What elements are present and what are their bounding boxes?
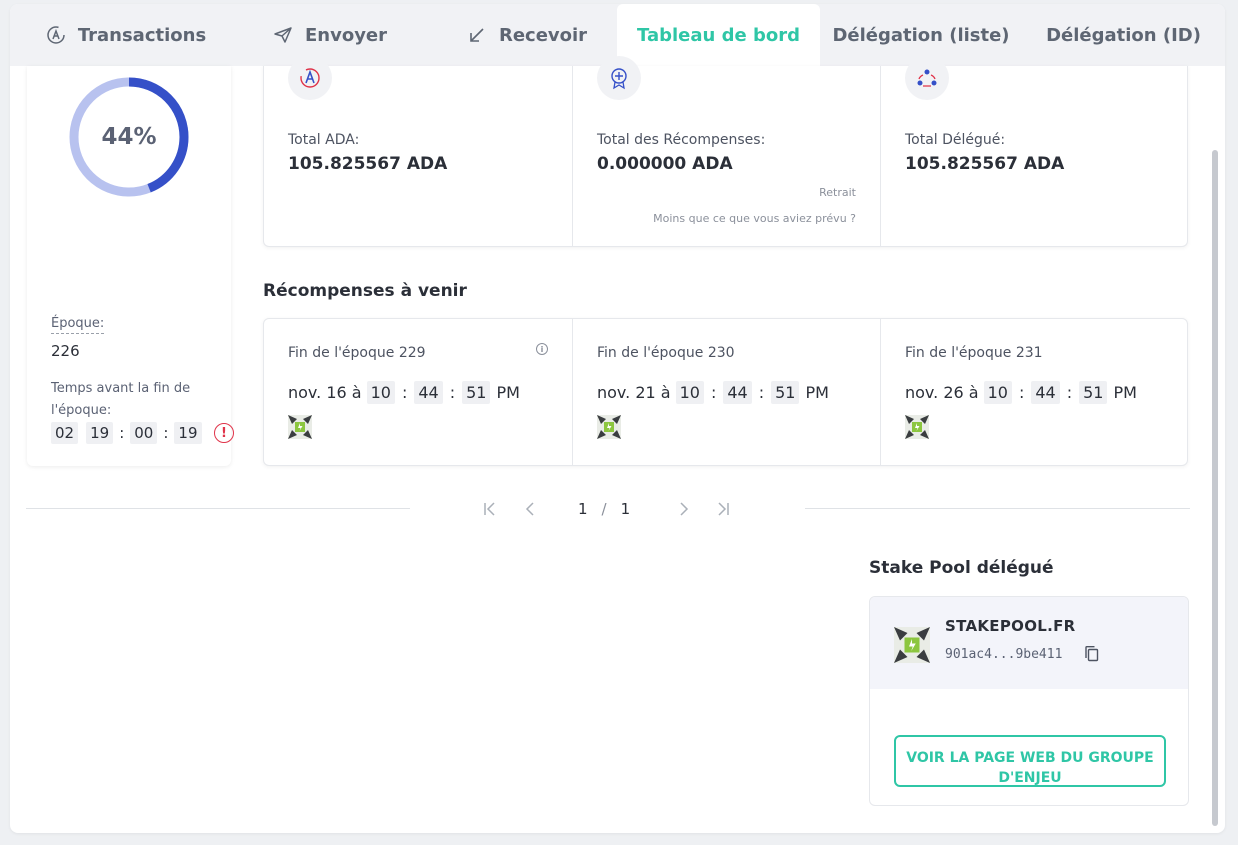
less-than-expected-link[interactable]: Moins que ce que vous aviez prévu ? [653,212,856,225]
current-page: 1 [578,500,588,518]
reward-time-hours: 10 [983,381,1012,404]
reward-time-minutes: 44 [414,381,443,404]
scrollbar-thumb[interactable] [1212,150,1218,826]
copy-icon[interactable] [1084,645,1100,663]
send-icon [273,25,293,45]
epoch-label[interactable]: Époque: [51,316,105,334]
page-separator: / [601,500,607,518]
summary-total-ada: Total ADA: 105.825567 ADA [264,56,572,247]
page-indicator: 1 / 1 [578,498,630,520]
reward-epoch-title: Fin de l'époque 230 [597,345,735,361]
reward-medal-icon [597,56,641,100]
tab-label: Recevoir [498,24,588,46]
epoch-countdown: 02 19 : 00 : 19 [51,422,202,444]
tab-dashboard[interactable]: Tableau de bord [617,4,820,66]
reward-time-suffix: PM [805,383,829,402]
time-separator: : [1018,383,1025,402]
pool-logo-icon[interactable] [288,415,312,439]
countdown-hours: 19 [86,422,114,444]
reward-time-hours: 10 [366,381,395,404]
reward-time-hours: 10 [675,381,704,404]
time-remaining-label: Temps avant la fin de l'époque: [51,381,191,418]
tab-transactions[interactable]: Transactions [10,4,242,66]
summary-total-delegated: Total Délégué: 105.825567 ADA [880,56,1188,247]
reward-epoch-date: nov. 26 à 10 : 44 : 51 PM [905,381,1137,404]
time-separator: : [401,383,408,402]
last-page-icon[interactable] [712,498,734,520]
info-icon[interactable]: i [536,343,548,355]
next-page-icon[interactable] [673,498,695,520]
tab-label: Délégation (liste) [832,24,1010,46]
upcoming-rewards-title: Récompenses à venir [263,281,467,301]
countdown-separator: : [163,424,169,442]
warning-icon[interactable]: ! [214,423,234,443]
tab-send[interactable]: Envoyer [242,4,418,66]
reward-epoch-title: Fin de l'époque 231 [905,345,1043,361]
stake-pool-name: STAKEPOOL.FR [945,617,1076,635]
tab-label: Envoyer [304,24,388,46]
reward-date-prefix: nov. 16 à [288,383,362,402]
tab-label: Transactions [77,24,207,46]
countdown-seconds: 19 [174,422,202,444]
delegation-users-icon [905,56,949,100]
reward-date-prefix: nov. 21 à [597,383,671,402]
withdraw-link[interactable]: Retrait [819,186,856,199]
countdown-minutes: 00 [130,422,158,444]
reward-time-seconds: 51 [771,381,800,404]
total-pages: 1 [620,500,631,518]
receive-arrow-icon [467,25,487,45]
stake-pool-card: STAKEPOOL.FR 901ac4...9be411 VOIR LA PAG… [869,596,1189,806]
time-separator: : [1066,383,1073,402]
pool-logo-icon[interactable] [597,415,621,439]
summary-label: Total Délégué: [905,132,1006,148]
tab-label: Tableau de bord [637,24,800,46]
reward-time-seconds: 51 [462,381,491,404]
reward-epoch-date: nov. 21 à 10 : 44 : 51 PM [597,381,829,404]
pool-logo-icon[interactable] [905,415,929,439]
pagination-divider [26,508,410,509]
epoch-card: 44% Époque: 226 Temps avant la fin de l'… [27,66,234,466]
tab-delegation-id[interactable]: Délégation (ID) [1022,4,1225,66]
upcoming-rewards-card: Fin de l'époque 229 i nov. 16 à 10 : 44 … [263,318,1188,466]
reward-epoch-item: Fin de l'époque 231 nov. 26 à 10 : 44 : … [880,319,1188,465]
reward-time-minutes: 44 [1031,381,1060,404]
time-separator: : [758,383,765,402]
reward-time-suffix: PM [496,383,520,402]
countdown-days: 02 [51,422,79,444]
reward-epoch-date: nov. 16 à 10 : 44 : 51 PM [288,381,520,404]
time-separator: : [710,383,717,402]
reward-time-minutes: 44 [723,381,752,404]
countdown-separator: : [119,424,125,442]
summary-value: 0.000000 ADA [597,154,733,174]
ada-icon [46,25,66,45]
reward-epoch-item: Fin de l'époque 229 i nov. 16 à 10 : 44 … [264,319,572,465]
wallet-summary-card: Total ADA: 105.825567 ADA Total des Réco… [263,56,1188,247]
reward-epoch-title: Fin de l'époque 229 [288,345,426,361]
time-separator: : [449,383,456,402]
app-frame: Transactions Envoyer Recevoir Tableau de… [10,4,1225,833]
previous-page-icon[interactable] [519,498,541,520]
summary-total-rewards: Total des Récompenses: 0.000000 ADA Retr… [572,56,880,247]
stake-pool-id: 901ac4...9be411 [945,647,1063,662]
tab-receive[interactable]: Recevoir [438,4,616,66]
reward-time-suffix: PM [1113,383,1137,402]
stake-pool-title: Stake Pool délégué [869,558,1054,578]
reward-date-prefix: nov. 26 à [905,383,979,402]
stake-pool-header: STAKEPOOL.FR 901ac4...9be411 [870,597,1188,689]
first-page-icon[interactable] [479,498,501,520]
tab-label: Délégation (ID) [1046,24,1201,46]
summary-value: 105.825567 ADA [905,154,1065,174]
reward-time-seconds: 51 [1079,381,1108,404]
summary-label: Total ADA: [288,132,360,148]
summary-label: Total des Récompenses: [597,132,766,148]
reward-epoch-item: Fin de l'époque 230 nov. 21 à 10 : 44 : … [572,319,880,465]
pagination-divider [805,508,1190,509]
summary-value: 105.825567 ADA [288,154,448,174]
epoch-progress-label: 44% [101,124,157,150]
epoch-value: 226 [51,342,80,360]
pool-logo-icon [894,627,930,663]
stake-pool-website-button[interactable]: VOIR LA PAGE WEB DU GROUPE D'ENJEU [894,735,1166,787]
ada-coin-icon [288,56,332,100]
